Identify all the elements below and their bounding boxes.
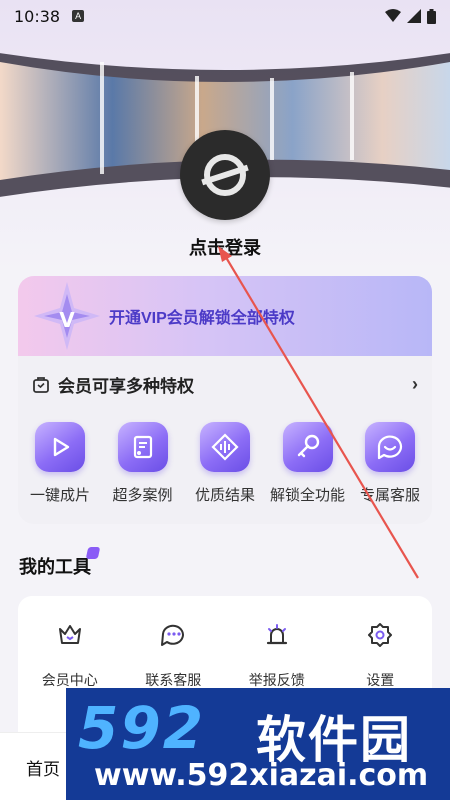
privilege-item[interactable]: 优质结果	[185, 422, 265, 505]
watermark-logo: 592	[78, 694, 206, 762]
privilege-label: 解锁全功能	[269, 487, 345, 504]
document-star-icon	[117, 422, 168, 472]
privilege-label: 超多案例	[112, 487, 173, 504]
login-link[interactable]: 点击登录	[0, 234, 450, 260]
profile-header: 点击登录	[0, 0, 450, 270]
tool-label: 会员中心	[41, 672, 98, 688]
status-time: 10:38	[14, 6, 61, 26]
watermark-url: www.592xiazai.com	[94, 758, 429, 793]
tools-section-title: 我的工具	[19, 547, 101, 579]
wifi-icon	[385, 9, 401, 22]
chevron-right-icon: ›	[412, 373, 418, 394]
avatar[interactable]	[180, 130, 270, 220]
app-logo-icon	[201, 154, 249, 196]
privilege-label: 优质结果	[194, 487, 255, 504]
play-icon	[35, 422, 85, 472]
vip-subheader[interactable]: 会员可享多种特权 ›	[18, 356, 432, 412]
privilege-label: 一键成片	[29, 487, 90, 504]
notification-icon: A	[72, 10, 85, 22]
nav-home[interactable]: 首页	[26, 755, 60, 780]
site-watermark: 592 软件园 www.592xiazai.com	[66, 688, 450, 800]
status-right	[385, 8, 436, 24]
privilege-item[interactable]: 解锁全功能	[268, 422, 348, 505]
privilege-label: 专属客服	[359, 487, 420, 504]
crown-icon	[58, 625, 81, 644]
diamond-wave-icon	[200, 422, 250, 472]
svg-text:V: V	[59, 308, 75, 332]
privilege-item[interactable]: 专属客服	[350, 422, 430, 505]
vip-badge-icon: V	[34, 282, 100, 350]
tool-label: 联系客服	[145, 672, 202, 688]
signal-icon	[407, 9, 421, 23]
vip-banner[interactable]: V 开通VIP会员解锁全部特权	[18, 276, 432, 356]
tool-label: 举报反馈	[248, 672, 305, 688]
shopping-bag-icon	[33, 377, 49, 393]
vip-banner-title: 开通VIP会员解锁全部特权	[109, 310, 295, 327]
status-bar: 10:38 A	[0, 0, 450, 32]
key-icon	[282, 422, 333, 472]
privilege-item[interactable]: 一键成片	[20, 422, 100, 505]
tools-title-label: 我的工具	[19, 557, 91, 577]
alarm-light-icon	[266, 624, 287, 645]
vip-subheader-label: 会员可享多种特权	[58, 376, 194, 396]
chat-bubble-icon	[161, 624, 185, 646]
tool-label: 设置	[366, 672, 395, 688]
chat-smile-icon	[365, 422, 415, 472]
title-accent-icon	[85, 547, 101, 559]
vip-card: V 开通VIP会员解锁全部特权 会员可享多种特权 › 一键成片 超多案例 优质结…	[18, 276, 432, 524]
gear-icon	[368, 623, 393, 647]
privilege-item[interactable]: 超多案例	[103, 422, 183, 505]
privilege-row: 一键成片 超多案例 优质结果 解锁全功能 专属客服	[18, 422, 432, 505]
battery-icon	[427, 8, 436, 24]
